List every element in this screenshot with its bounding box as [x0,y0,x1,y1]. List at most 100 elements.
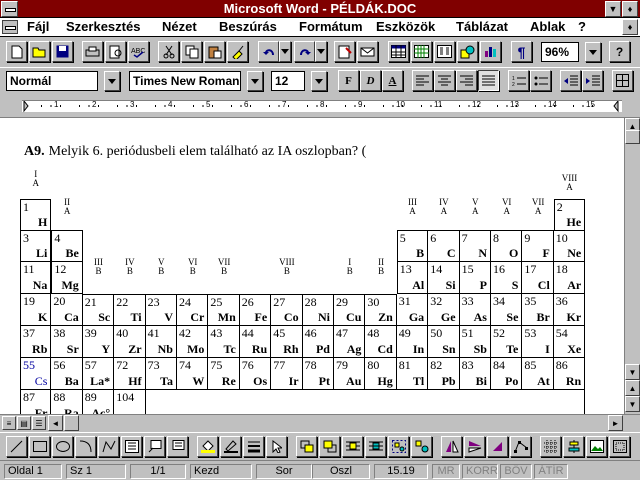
align-center-button[interactable] [434,70,455,91]
document-system-menu[interactable] [2,20,18,34]
hscroll-thumb[interactable] [64,415,79,431]
insert-table-button[interactable] [388,41,409,62]
minimize-button[interactable]: ▼ [605,1,621,17]
zoom-dropdown[interactable] [585,42,601,62]
undo-dropdown[interactable] [279,41,291,62]
align-drawing-button[interactable] [563,436,584,457]
insert-chart-button[interactable] [480,41,501,62]
font-dropdown[interactable] [247,71,263,91]
rectangle-tool-button[interactable] [29,436,50,457]
bullets-button[interactable] [530,70,551,91]
document-area[interactable]: A9. Melyik 6. periódusbeli elem található… [0,118,624,414]
print-preview-button[interactable] [105,41,126,62]
create-picture-button[interactable] [586,436,607,457]
menu-insert[interactable]: Beszúrás [219,19,277,34]
menu-edit[interactable]: Szerkesztés [66,19,140,34]
save-button[interactable] [52,41,73,62]
menu-view[interactable]: Nézet [162,19,197,34]
outline-view-button[interactable]: ☰ [32,416,46,430]
ungroup-button[interactable] [411,436,432,457]
snap-to-grid-button[interactable] [540,436,561,457]
drawing-button[interactable] [457,41,478,62]
group-button[interactable] [388,436,409,457]
vertical-scrollbar[interactable]: ▲ ▼ ▲ ▼ [624,118,640,414]
print-button[interactable] [82,41,103,62]
insert-excel-button[interactable] [411,41,432,62]
menu-tools[interactable]: Eszközök [376,19,435,34]
zoom-combo[interactable]: 96% [541,42,579,62]
cut-button[interactable] [158,41,179,62]
normal-view-button[interactable]: ≡ [2,416,16,430]
font-combo[interactable]: Times New Roman [129,71,241,91]
redo-button[interactable] [294,41,315,62]
new-button[interactable] [6,41,27,62]
paste-button[interactable] [204,41,225,62]
decrease-indent-button[interactable] [560,70,581,91]
align-right-button[interactable] [456,70,477,91]
menu-file[interactable]: Fájl [27,19,49,34]
reshape-button[interactable] [510,436,531,457]
align-left-button[interactable] [412,70,433,91]
font-size-combo[interactable]: 12 [271,71,305,91]
bold-button[interactable]: F [338,70,359,91]
fill-color-button[interactable] [197,436,218,457]
line-tool-button[interactable] [6,436,27,457]
arc-tool-button[interactable] [75,436,96,457]
textbox-tool-button[interactable] [121,436,142,457]
bring-front-button[interactable] [296,436,317,457]
italic-button[interactable]: D [360,70,381,91]
show-paragraph-button[interactable]: ¶ [511,41,532,62]
menu-table[interactable]: Táblázat [456,19,508,34]
scroll-down-button[interactable]: ▼ [625,364,640,380]
document-restore-button[interactable]: ♦ [622,19,638,35]
scroll-left-button[interactable]: ◄ [48,415,63,431]
freeform-tool-button[interactable] [98,436,119,457]
next-page-button[interactable]: ▼ [625,396,640,412]
send-back-button[interactable] [319,436,340,457]
scroll-right-button[interactable]: ► [608,415,623,431]
justify-button[interactable] [478,70,499,91]
copy-button[interactable] [181,41,202,62]
numbering-button[interactable]: 12 [508,70,529,91]
maximize-button[interactable]: ♦ [622,1,638,17]
font-size-dropdown[interactable] [311,71,327,91]
flip-horizontal-button[interactable] [441,436,462,457]
insert-frame-button[interactable] [609,436,630,457]
style-dropdown[interactable] [104,71,120,91]
scroll-thumb[interactable] [625,130,640,144]
increase-indent-button[interactable] [582,70,603,91]
ellipse-tool-button[interactable] [52,436,73,457]
format-painter-button[interactable] [227,41,248,62]
front-of-text-button[interactable] [342,436,363,457]
status-revision[interactable]: KORR [462,464,498,479]
status-overtype[interactable]: ÁTÍR [534,464,568,479]
behind-text-button[interactable] [365,436,386,457]
horizontal-scrollbar[interactable]: ≡ ▤ ☰ ◄ ► [0,414,640,431]
open-button[interactable] [29,41,50,62]
borders-button[interactable] [612,70,633,91]
callout-tool-button[interactable] [144,436,165,457]
ruler[interactable]: 1 2 3 4 5 6 7 8 9 10 11 12 13 14 15 [0,96,640,118]
menu-help[interactable]: ? [578,19,586,34]
undo-button[interactable] [258,41,279,62]
autoformat-button[interactable] [334,41,355,62]
spelling-button[interactable]: ABC [128,41,149,62]
previous-page-button[interactable]: ▲ [625,380,640,396]
menu-format[interactable]: Formátum [299,19,363,34]
status-macro-record[interactable]: MR [432,464,460,479]
rotate-button[interactable] [487,436,508,457]
line-style-button[interactable] [243,436,264,457]
page-view-button[interactable]: ▤ [17,416,31,430]
underline-button[interactable]: A [382,70,403,91]
columns-button[interactable] [434,41,455,62]
line-color-button[interactable] [220,436,241,457]
style-combo[interactable]: Normál [6,71,98,91]
redo-dropdown[interactable] [315,41,327,62]
menu-window[interactable]: Ablak [530,19,565,34]
help-button[interactable]: ? [609,41,630,62]
addressbook-button[interactable] [357,41,378,62]
select-objects-button[interactable] [266,436,287,457]
flip-vertical-button[interactable] [464,436,485,457]
format-callout-button[interactable] [167,436,188,457]
status-extend[interactable]: BÖV [500,464,532,479]
